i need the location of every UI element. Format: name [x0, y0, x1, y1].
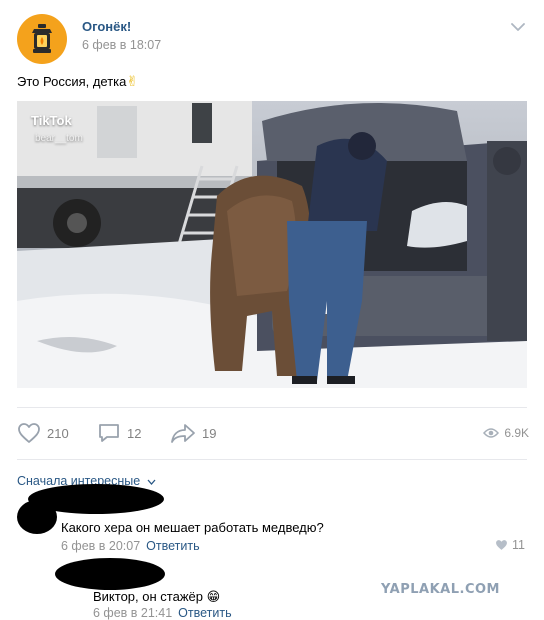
share-count: 19	[202, 425, 217, 441]
like-count: 210	[47, 425, 69, 441]
views-count: 6.9K	[504, 426, 529, 440]
watermark: YAPLAKAL.COM	[381, 582, 500, 597]
share-button[interactable]: 19	[170, 420, 216, 446]
media-image	[17, 101, 527, 388]
share-icon	[171, 424, 195, 443]
post-media[interactable]: TikTok bear__tom	[17, 101, 527, 388]
post-date[interactable]: 6 фев в 18:07	[82, 38, 161, 52]
views-counter: 6.9K	[483, 420, 529, 446]
comment-meta: 6 фев в 21:41 Ответить	[93, 606, 232, 620]
comment-body: Виктор, он стажёр	[93, 589, 203, 604]
reply-button[interactable]: Ответить	[178, 606, 231, 620]
heart-icon	[18, 423, 40, 443]
post-text-body: Это Россия, детка	[17, 74, 127, 89]
comment-date[interactable]: 6 фев в 21:41	[93, 606, 172, 620]
heart-icon	[496, 540, 507, 550]
comment-count: 12	[127, 425, 142, 441]
eye-icon	[483, 428, 500, 438]
divider	[17, 407, 527, 408]
redacted-username	[28, 484, 164, 514]
comment-button[interactable]: 12	[97, 420, 141, 446]
post-actions: 210 12 19 6.9K	[17, 420, 529, 446]
reply-button[interactable]: Ответить	[146, 539, 199, 553]
avatar[interactable]	[17, 14, 67, 64]
lantern-icon	[32, 24, 52, 53]
comment-icon	[99, 424, 119, 442]
comment-like-count: 11	[512, 538, 525, 552]
victory-hand-emoji: ✌	[126, 73, 139, 89]
tiktok-logo: TikTok	[31, 113, 72, 128]
post-author[interactable]: Огонёк!	[82, 19, 131, 34]
post-text: Это Россия, детка✌	[17, 73, 138, 90]
like-button[interactable]: 210	[17, 420, 69, 446]
post-header: Огонёк! 6 фев в 18:07	[17, 14, 529, 64]
tiktok-handle: bear__tom	[35, 133, 83, 144]
comment-text: Какого хера он мешает работать медведю?	[61, 520, 324, 535]
grinning-emoji: 😁	[206, 589, 221, 604]
chevron-down-icon	[147, 479, 156, 485]
chevron-down-icon[interactable]	[511, 22, 525, 32]
comment-text: Виктор, он стажёр 😁	[93, 589, 220, 605]
comment-date[interactable]: 6 фев в 20:07	[61, 539, 140, 553]
comment-like-button[interactable]: 11	[495, 538, 525, 552]
redacted-username	[55, 558, 165, 590]
divider	[17, 459, 527, 460]
comment-meta: 6 фев в 20:07 Ответить	[61, 539, 200, 553]
